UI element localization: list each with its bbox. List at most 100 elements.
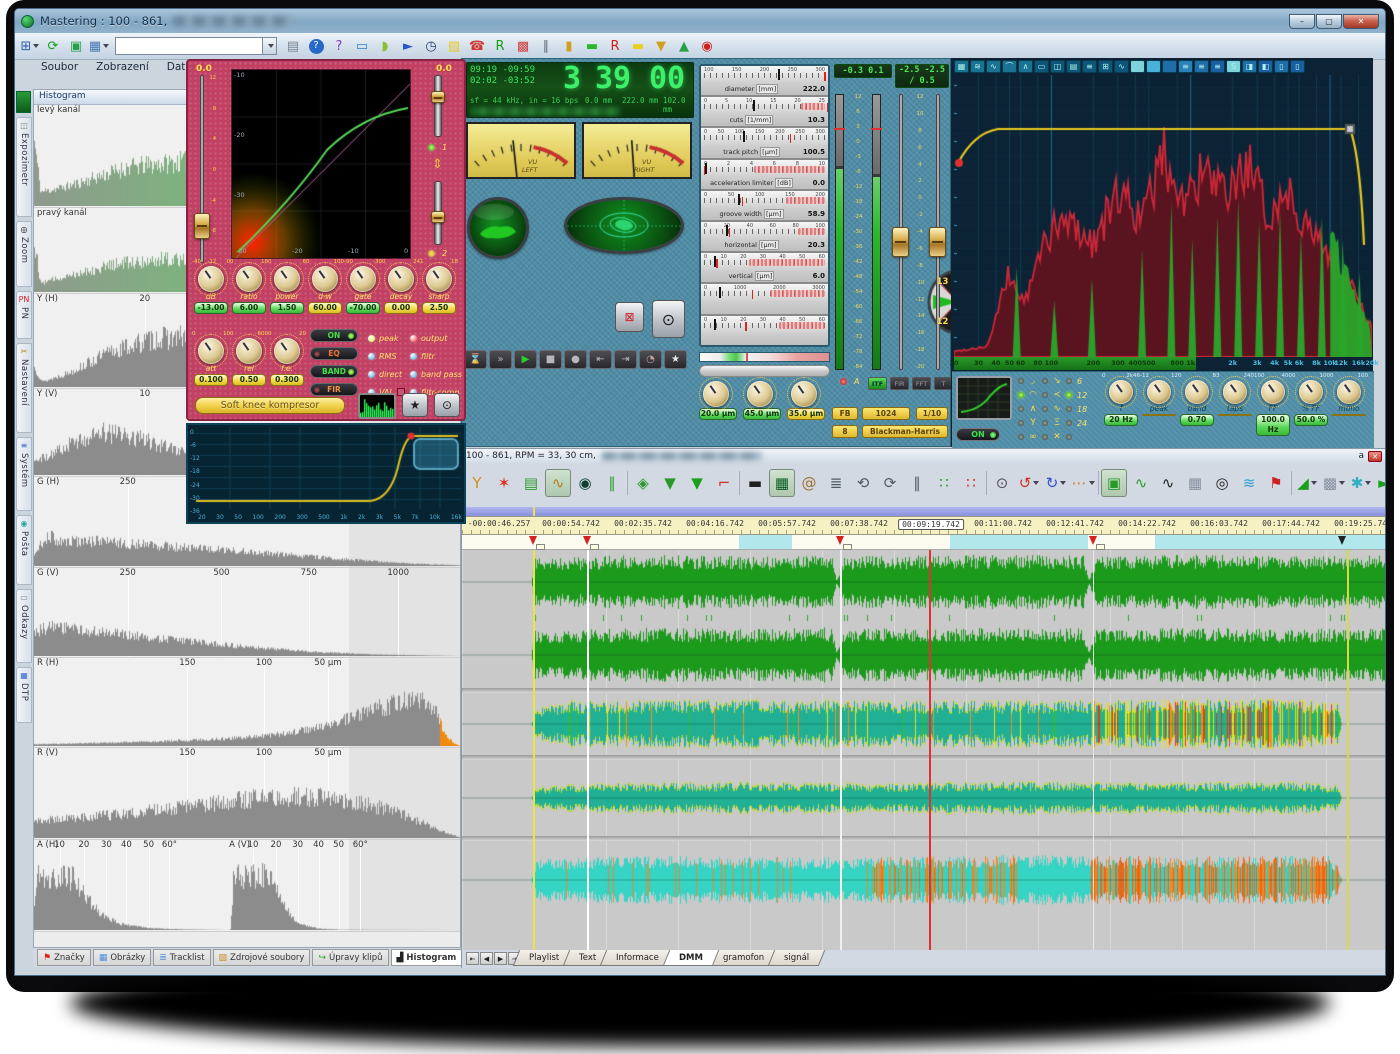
insert-diamond-icon[interactable]: ◈	[630, 469, 656, 497]
wave-ink-icon[interactable]: ∿	[1155, 469, 1181, 497]
preset-star-button[interactable]: ★	[402, 393, 428, 417]
led-icon[interactable]	[1042, 434, 1048, 440]
cutting-knob-2[interactable]: 45.0 µm	[743, 379, 777, 420]
knob-dial[interactable]	[1337, 380, 1361, 404]
vca-icon[interactable]: ▦	[769, 469, 795, 497]
pattern-icon[interactable]: ▩	[1321, 469, 1347, 497]
laser-icon[interactable]: ✶	[491, 469, 517, 497]
end-marker-icon[interactable]	[1338, 536, 1346, 545]
flask-icon[interactable]: ▲	[673, 35, 695, 57]
channel-faders-icon[interactable]: ∥	[904, 469, 930, 497]
knob-FF[interactable]: 100400FF100.0 Hz	[1254, 373, 1292, 436]
phone-icon[interactable]: ☎	[466, 35, 488, 57]
spectrum-tool-icon[interactable]: ∿	[986, 60, 1001, 73]
knob-dial[interactable]	[1109, 380, 1133, 404]
level-bars-icon[interactable]: ∥	[599, 469, 625, 497]
fade-out-icon[interactable]: ▼	[684, 469, 710, 497]
knob-dial[interactable]	[350, 266, 376, 292]
magnifier-icon[interactable]: ⊙	[989, 469, 1015, 497]
loop-button[interactable]: ⌛	[464, 350, 487, 369]
knob-f.e.[interactable]: 020f.e.0.300	[268, 331, 306, 386]
spectrum-tool-icon[interactable]: ⊞	[1098, 60, 1113, 73]
mixer-icon[interactable]: ∥	[535, 35, 557, 57]
knob-dial[interactable]	[791, 381, 817, 407]
spectrum-tool-icon[interactable]: ≡	[1194, 60, 1209, 73]
print-icon[interactable]: ▤	[282, 35, 304, 57]
knob-mono[interactable]: 0100mono	[1330, 373, 1368, 436]
sidebar-item-expozimetr[interactable]: ◫Expozimetr	[16, 117, 32, 217]
data-table-icon[interactable]: ▦	[88, 35, 110, 57]
knob-dial[interactable]	[747, 381, 773, 407]
knob-dial[interactable]	[1223, 380, 1247, 404]
sidebar-item-pn[interactable]: PNPN	[16, 291, 32, 339]
knob-dB[interactable]: -400dB-13.00	[192, 259, 230, 314]
knob-dial[interactable]	[703, 381, 729, 407]
knob-dial[interactable]	[236, 338, 262, 364]
knob-power[interactable]: 06power1.50	[268, 259, 306, 314]
y-cable-icon[interactable]: Y	[464, 469, 490, 497]
spectrum-tool-icon[interactable]: ≋	[970, 60, 985, 73]
flag-icon[interactable]: ⚑	[1263, 469, 1289, 497]
waveform-left[interactable]	[462, 550, 1386, 614]
spectrum-tool-icon[interactable]	[1130, 60, 1145, 73]
led-icon[interactable]	[1042, 378, 1048, 384]
menu-item-zobrazení[interactable]: Zobrazení	[88, 61, 157, 77]
knob-sharp[interactable]: 118sharp2.50	[420, 259, 458, 314]
hazard-icon[interactable]: ▧	[443, 35, 465, 57]
spectrum-tool-icon[interactable]: ▭	[1034, 60, 1049, 73]
tab-zdrojové-soubory[interactable]: ▨Zdrojové soubory	[213, 949, 311, 966]
track-area[interactable]	[462, 550, 1386, 950]
sidebar-item-pošta[interactable]: ◉Pošta	[16, 515, 32, 585]
knob-taps[interactable]: 3240taps	[1216, 373, 1254, 436]
gauge-button[interactable]: ◔	[639, 350, 662, 369]
star-button[interactable]: ★	[664, 350, 687, 369]
tab-úpravy-klipů[interactable]: ↪Úpravy klipů	[312, 949, 388, 966]
spectrum-tool-icon[interactable]: ≡	[1178, 60, 1193, 73]
spectrum-tool-icon[interactable]: ∧	[1018, 60, 1033, 73]
minimize-button[interactable]: –	[1289, 14, 1315, 29]
order-button[interactable]: 8	[832, 425, 858, 438]
knob-dial[interactable]	[1299, 380, 1323, 404]
spectrum-tool-icon[interactable]: ▦	[954, 60, 969, 73]
spectrum-tool-icon[interactable]: ≡	[1210, 60, 1225, 73]
power-button[interactable]: ⊙	[434, 393, 460, 417]
marker-strip[interactable]	[462, 535, 1386, 550]
knob-dial[interactable]	[236, 266, 262, 292]
eject-cancel-button[interactable]: ⊠	[615, 302, 644, 332]
knob-dial[interactable]	[274, 266, 300, 292]
area-icon[interactable]: ◢	[1294, 469, 1320, 497]
knob-att[interactable]: 010att0.100	[192, 331, 230, 386]
power-button[interactable]: ⊙	[652, 300, 685, 338]
fader-handle[interactable]	[431, 91, 445, 103]
toggle-fir[interactable]: FIR	[310, 383, 358, 396]
previous-button[interactable]: ⇤	[589, 350, 612, 369]
groove-left[interactable]	[462, 693, 1386, 755]
knob-dial[interactable]	[312, 266, 338, 292]
context-help-icon[interactable]: ?	[328, 35, 350, 57]
input-fader[interactable]: 12840-4-8-12	[194, 75, 216, 265]
toggle-band[interactable]: BAND	[310, 365, 358, 378]
knob-decay[interactable]: 024decay0.00	[382, 259, 420, 314]
fader-handle[interactable]	[431, 211, 445, 223]
pattern-grid-icon[interactable]: ▩	[512, 35, 534, 57]
record-button[interactable]: ●	[564, 350, 587, 369]
rotate-right-30-icon[interactable]: ↻	[1043, 469, 1069, 497]
fader-handle[interactable]	[892, 227, 909, 257]
spectrum-tool-icon[interactable]: ◫	[1050, 60, 1065, 73]
limiter-step-icon[interactable]: ⌐	[711, 469, 737, 497]
up-down-arrow-icon[interactable]: ⇕	[432, 157, 443, 172]
fade-in-icon[interactable]: ▼	[657, 469, 683, 497]
tab-značky[interactable]: ⚑Značky	[37, 949, 91, 966]
eq-on-button[interactable]: ON	[956, 428, 1000, 441]
burst-icon[interactable]: ✱	[1348, 469, 1374, 497]
play-button[interactable]: ▶	[514, 350, 537, 369]
fast-forward-button[interactable]: »	[489, 350, 512, 369]
led-icon[interactable]	[1042, 406, 1048, 412]
signal-track[interactable]	[462, 841, 1386, 919]
tab-nav-button[interactable]: ◀	[480, 952, 493, 965]
spectrum-tool-icon[interactable]: ▯	[1290, 60, 1305, 73]
led-icon[interactable]	[1066, 434, 1072, 440]
knob-peak[interactable]: -1212peak	[1140, 373, 1178, 436]
sync-icon[interactable]: ⟳	[42, 35, 64, 57]
run-icon[interactable]: ►	[1375, 469, 1386, 497]
